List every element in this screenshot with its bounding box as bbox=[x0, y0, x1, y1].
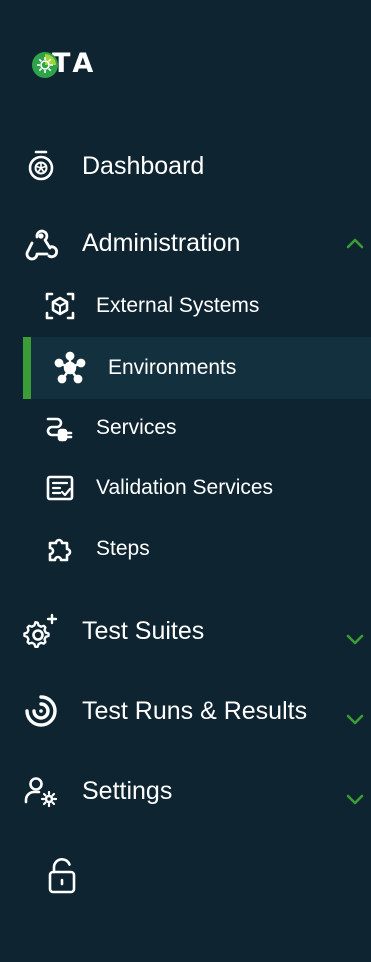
nav-steps[interactable]: Steps bbox=[0, 526, 371, 572]
chevron-down-icon[interactable] bbox=[345, 630, 365, 650]
nav-external-systems-label: External Systems bbox=[96, 294, 260, 317]
nav-services[interactable]: Services bbox=[0, 405, 371, 451]
chevron-down-icon[interactable] bbox=[345, 710, 365, 730]
chevron-down-icon[interactable] bbox=[345, 790, 365, 810]
chevron-up-icon[interactable] bbox=[345, 233, 365, 253]
puzzle-icon bbox=[43, 532, 77, 566]
nav-environments-label: Environments bbox=[108, 356, 237, 379]
nav-services-label: Services bbox=[96, 416, 177, 439]
nav-validation-services-label: Validation Services bbox=[96, 476, 274, 499]
plug-icon bbox=[43, 411, 77, 445]
active-indicator bbox=[23, 337, 31, 399]
nav-test-runs-label: Test Runs & Results bbox=[82, 696, 308, 725]
nav-dashboard-label: Dashboard bbox=[82, 151, 205, 180]
nav-administration[interactable]: Administration bbox=[0, 218, 371, 268]
unlock-icon[interactable] bbox=[46, 856, 80, 896]
target-icon bbox=[23, 693, 59, 729]
logo-gear-icon bbox=[30, 50, 60, 80]
user-gear-icon bbox=[23, 773, 59, 809]
gear-sparkle-icon bbox=[23, 613, 59, 649]
webhook-icon bbox=[23, 225, 59, 261]
nav-test-runs[interactable]: Test Runs & Results bbox=[0, 686, 371, 736]
nav-test-suites-label: Test Suites bbox=[82, 616, 205, 645]
nav-steps-label: Steps bbox=[96, 537, 150, 560]
nav-settings-label: Settings bbox=[82, 776, 173, 805]
nav-dashboard[interactable]: Dashboard bbox=[0, 141, 371, 191]
nav-validation-services[interactable]: Validation Services bbox=[0, 465, 371, 511]
app-logo[interactable]: TA bbox=[30, 30, 97, 80]
cube-scan-icon bbox=[43, 289, 77, 323]
nav-environments[interactable]: Environments bbox=[23, 337, 371, 399]
checklist-icon bbox=[43, 471, 77, 505]
sidebar: TA Dashboard Administration External Sys… bbox=[0, 0, 371, 962]
hub-network-icon bbox=[53, 351, 87, 385]
nav-administration-label: Administration bbox=[82, 228, 241, 257]
stopwatch-icon bbox=[23, 148, 59, 184]
nav-settings[interactable]: Settings bbox=[0, 766, 371, 816]
nav-external-systems[interactable]: External Systems bbox=[0, 283, 371, 329]
nav-test-suites[interactable]: Test Suites bbox=[0, 606, 371, 656]
